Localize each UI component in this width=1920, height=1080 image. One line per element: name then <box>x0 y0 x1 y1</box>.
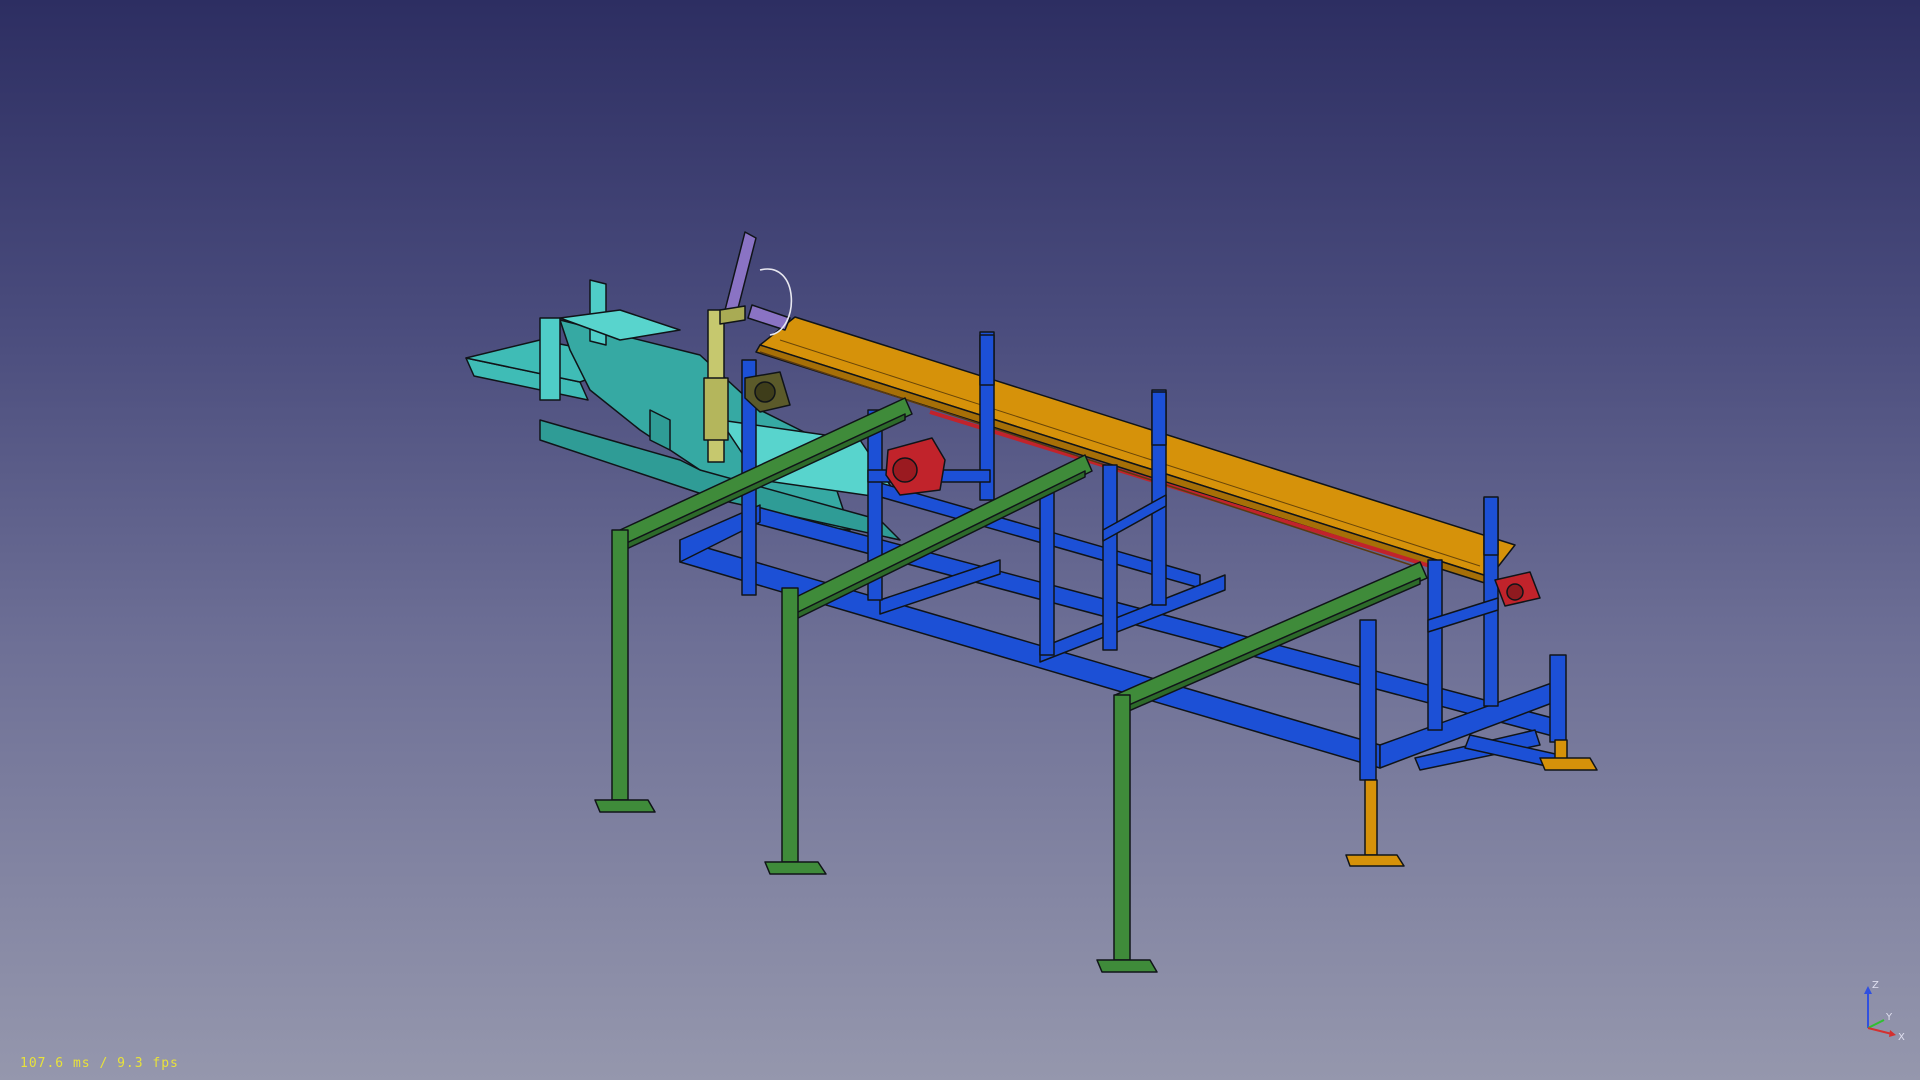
axis-y-label: Y <box>1885 1012 1893 1023</box>
orange-foot-1 <box>1345 854 1405 867</box>
frame-upright-4 <box>1039 489 1055 656</box>
cylinder-head <box>719 305 746 325</box>
motor-dark-hub <box>754 381 776 403</box>
axis-y-line <box>1867 1019 1885 1029</box>
frame-upright-8 <box>1427 559 1443 731</box>
orange-leg-1 <box>1364 779 1378 856</box>
cylinder-lower <box>703 377 729 441</box>
axis-z-arrow <box>1864 986 1872 994</box>
model-scene[interactable] <box>0 0 1920 1080</box>
frame-upright-7 <box>1359 619 1377 781</box>
axis-x-line <box>1867 1027 1893 1035</box>
render-stats-readout: 107.6 ms / 9.3 fps <box>20 1056 179 1071</box>
frame-upright-10 <box>1549 654 1567 743</box>
green-foot-3 <box>1096 959 1158 973</box>
green-foot-2 <box>764 861 827 875</box>
green-leg-2 <box>781 587 799 863</box>
frame-cross-2 <box>1039 574 1226 663</box>
motor-red-hub <box>892 457 918 483</box>
3d-viewport[interactable]: 107.6 ms / 9.3 fps Z Y X <box>0 0 1920 1080</box>
orange-foot-2 <box>1539 757 1598 771</box>
green-leg-3 <box>1113 694 1131 961</box>
frame-post-2 <box>1151 391 1167 446</box>
axis-cross-indicator[interactable]: Z Y X <box>1852 978 1916 1042</box>
frame-upright-6 <box>1102 464 1118 651</box>
green-leg-1 <box>611 529 629 801</box>
axis-x-arrow <box>1889 1030 1896 1037</box>
axis-z-label: Z <box>1872 980 1879 991</box>
green-foot-1 <box>594 799 656 813</box>
hopper-vertical-panel <box>539 317 561 401</box>
frame-post-1 <box>979 334 995 386</box>
frame-post-3 <box>1483 496 1499 556</box>
axis-x-label: X <box>1898 1032 1905 1042</box>
motor-end-hub <box>1506 583 1524 601</box>
